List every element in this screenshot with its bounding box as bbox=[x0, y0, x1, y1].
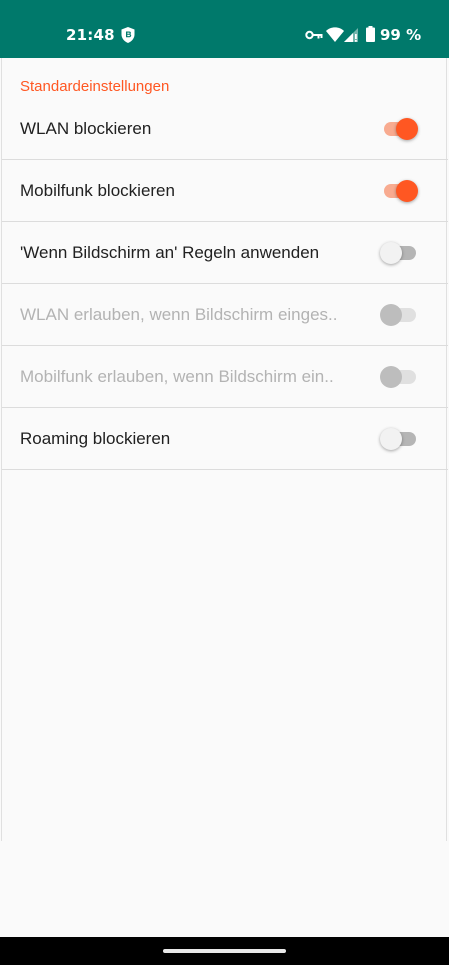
battery-icon bbox=[366, 26, 375, 42]
pref-screen-on-rules[interactable]: 'Wenn Bildschirm an' Regeln anwenden bbox=[2, 222, 448, 284]
signal-icon bbox=[344, 28, 358, 42]
battery-percentage: 99 % bbox=[380, 26, 422, 44]
switch-thumb bbox=[380, 427, 402, 450]
pref-label: WLAN blockieren bbox=[20, 118, 152, 138]
status-bar: 21:48 99 % bbox=[0, 0, 449, 58]
switch-thumb bbox=[380, 303, 402, 326]
pref-mobile-block[interactable]: Mobilfunk blockieren bbox=[2, 160, 448, 222]
wifi-icon bbox=[326, 27, 344, 42]
pref-wlan-allow-screen-on: WLAN erlauben, wenn Bildschirm einges.. bbox=[2, 284, 448, 346]
status-time: 21:48 bbox=[66, 26, 115, 44]
navigation-bar bbox=[0, 937, 449, 965]
switch-thumb bbox=[380, 365, 402, 388]
toggle-switch bbox=[380, 303, 418, 327]
home-gesture-handle[interactable] bbox=[163, 949, 286, 953]
section-title: Standardeinstellungen bbox=[20, 78, 170, 95]
key-icon bbox=[305, 30, 323, 40]
switch-thumb bbox=[396, 117, 418, 140]
pref-wlan-block[interactable]: WLAN blockieren bbox=[2, 98, 448, 160]
toggle-switch[interactable] bbox=[380, 427, 418, 451]
pref-label: 'Wenn Bildschirm an' Regeln anwenden bbox=[20, 242, 320, 262]
shield-icon bbox=[121, 27, 135, 43]
switch-thumb bbox=[396, 179, 418, 202]
toggle-switch bbox=[380, 365, 418, 389]
settings-list: Standardeinstellungen WLAN blockieren Mo… bbox=[1, 58, 448, 841]
toggle-switch[interactable] bbox=[380, 241, 418, 265]
pref-label: WLAN erlauben, wenn Bildschirm einges.. bbox=[20, 304, 338, 324]
toggle-switch[interactable] bbox=[380, 179, 418, 203]
toggle-switch[interactable] bbox=[380, 117, 418, 141]
pref-label: Roaming blockieren bbox=[20, 428, 171, 448]
pref-label: Mobilfunk blockieren bbox=[20, 180, 175, 200]
pref-roaming-block[interactable]: Roaming blockieren bbox=[2, 408, 448, 470]
pref-label: Mobilfunk erlauben, wenn Bildschirm ein.… bbox=[20, 366, 334, 386]
switch-thumb bbox=[380, 241, 402, 264]
pref-mobile-allow-screen-on: Mobilfunk erlauben, wenn Bildschirm ein.… bbox=[2, 346, 448, 408]
